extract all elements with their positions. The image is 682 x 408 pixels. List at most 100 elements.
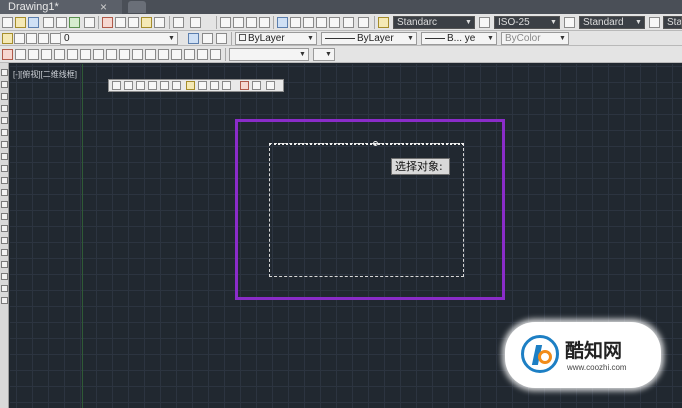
mirror-icon[interactable]	[28, 49, 39, 60]
pan-icon[interactable]	[220, 17, 231, 28]
add-selected-icon[interactable]	[1, 297, 8, 304]
properties-icon[interactable]	[277, 17, 288, 28]
chamfer-icon[interactable]	[171, 49, 182, 60]
chevron-down-icon: ▼	[550, 19, 557, 26]
multileader-style-icon	[649, 17, 660, 28]
dim-edit-icon[interactable]	[266, 81, 275, 90]
baseline-dim-icon[interactable]	[222, 81, 231, 90]
zoom-previous-icon[interactable]	[259, 17, 270, 28]
multileader-style-select[interactable]: Star	[663, 16, 682, 29]
trim-icon[interactable]	[119, 49, 130, 60]
dim-style-select[interactable]: ISO-25 ▼	[494, 16, 560, 29]
plot-preview-icon[interactable]	[56, 17, 67, 28]
table-icon[interactable]	[1, 273, 8, 280]
view-combo[interactable]: ▼	[313, 48, 335, 61]
angular-dim-icon[interactable]	[198, 81, 207, 90]
layer-states-icon[interactable]	[216, 33, 227, 44]
arc-icon[interactable]	[1, 129, 8, 136]
paste-icon[interactable]	[128, 17, 139, 28]
erase-icon[interactable]	[2, 49, 13, 60]
stretch-icon[interactable]	[106, 49, 117, 60]
text-style-select[interactable]: Standarc ▼	[393, 16, 475, 29]
color-control-select[interactable]: ByLayer ▼	[235, 32, 317, 45]
quick-dim-icon[interactable]	[210, 81, 219, 90]
layer-previous-icon[interactable]	[202, 33, 213, 44]
close-icon[interactable]: ×	[100, 0, 107, 14]
layout-combo[interactable]: ▼	[229, 48, 309, 61]
tab-title: Drawing1*	[8, 1, 59, 13]
print-icon[interactable]	[43, 17, 54, 28]
calculator-icon[interactable]	[343, 17, 354, 28]
join-icon[interactable]	[158, 49, 169, 60]
offset-icon[interactable]	[41, 49, 52, 60]
undo-icon[interactable]	[173, 17, 184, 28]
insert-block-icon[interactable]	[1, 201, 8, 208]
markup-icon[interactable]	[329, 17, 340, 28]
spline-icon[interactable]	[1, 165, 8, 172]
blend-icon[interactable]	[197, 49, 208, 60]
hatch-icon[interactable]	[1, 237, 8, 244]
lineweight-control-select[interactable]: B... ye ▼	[421, 32, 497, 45]
copy-icon[interactable]	[115, 17, 126, 28]
radius-dim-icon[interactable]	[160, 81, 169, 90]
construction-line-icon[interactable]	[1, 81, 8, 88]
rectangle-icon[interactable]	[1, 117, 8, 124]
open-icon[interactable]	[15, 17, 26, 28]
viewport-controls-label[interactable]: [-][俯视][二维线框]	[13, 69, 77, 80]
aligned-dim-icon[interactable]	[124, 81, 133, 90]
text-style-icon	[378, 17, 389, 28]
extend-icon[interactable]	[132, 49, 143, 60]
layer-properties-icon[interactable]	[2, 33, 13, 44]
region-icon[interactable]	[1, 261, 8, 268]
new-icon[interactable]	[2, 17, 13, 28]
make-block-icon[interactable]	[1, 213, 8, 220]
scale-icon[interactable]	[93, 49, 104, 60]
ellipse-arc-icon[interactable]	[1, 189, 8, 196]
help-icon[interactable]	[358, 17, 369, 28]
arc-length-dim-icon[interactable]	[136, 81, 145, 90]
move-icon[interactable]	[67, 49, 78, 60]
publish-icon[interactable]	[69, 17, 80, 28]
line-icon[interactable]	[1, 69, 8, 76]
tolerance-icon[interactable]	[240, 81, 249, 90]
redo-icon[interactable]	[190, 17, 201, 28]
point-icon[interactable]	[1, 225, 8, 232]
tab-drawing1[interactable]: Drawing1* ×	[0, 0, 122, 14]
circle-icon[interactable]	[1, 141, 8, 148]
ordinate-dim-icon[interactable]	[148, 81, 157, 90]
match-properties-icon[interactable]	[141, 17, 152, 28]
grip-point[interactable]	[373, 141, 378, 146]
break-icon[interactable]	[145, 49, 156, 60]
ellipse-icon[interactable]	[1, 177, 8, 184]
polyline-icon[interactable]	[1, 93, 8, 100]
plot-icon[interactable]	[84, 17, 95, 28]
polygon-icon[interactable]	[1, 105, 8, 112]
new-tab-button[interactable]	[128, 1, 146, 13]
explode-icon[interactable]	[210, 49, 221, 60]
center-mark-icon[interactable]	[252, 81, 261, 90]
gradient-icon[interactable]	[1, 249, 8, 256]
layer-select[interactable]: 0 ▼	[60, 32, 178, 45]
cut-icon[interactable]	[102, 17, 113, 28]
fillet-icon[interactable]	[184, 49, 195, 60]
rotate-icon[interactable]	[80, 49, 91, 60]
diameter-dim-icon[interactable]	[186, 81, 195, 90]
revision-cloud-icon[interactable]	[1, 153, 8, 160]
chevron-down-icon: ▼	[407, 35, 414, 42]
block-editor-icon[interactable]	[154, 17, 165, 28]
copy-object-icon[interactable]	[15, 49, 26, 60]
linetype-control-select[interactable]: ByLayer ▼	[321, 32, 417, 45]
tool-palettes-icon[interactable]	[303, 17, 314, 28]
zoom-realtime-icon[interactable]	[233, 17, 244, 28]
save-icon[interactable]	[28, 17, 39, 28]
jogged-dim-icon[interactable]	[172, 81, 181, 90]
table-style-select[interactable]: Standard ▼	[579, 16, 645, 29]
array-icon[interactable]	[54, 49, 65, 60]
multiline-text-icon[interactable]	[1, 285, 8, 292]
standard-toolbar: Standarc▼ ISO-25▼ Standard▼ Star	[0, 14, 682, 31]
make-current-layer-icon[interactable]	[188, 33, 199, 44]
sheet-set-icon[interactable]	[316, 17, 327, 28]
design-center-icon[interactable]	[290, 17, 301, 28]
linear-dim-icon[interactable]	[112, 81, 121, 90]
zoom-window-icon[interactable]	[246, 17, 257, 28]
